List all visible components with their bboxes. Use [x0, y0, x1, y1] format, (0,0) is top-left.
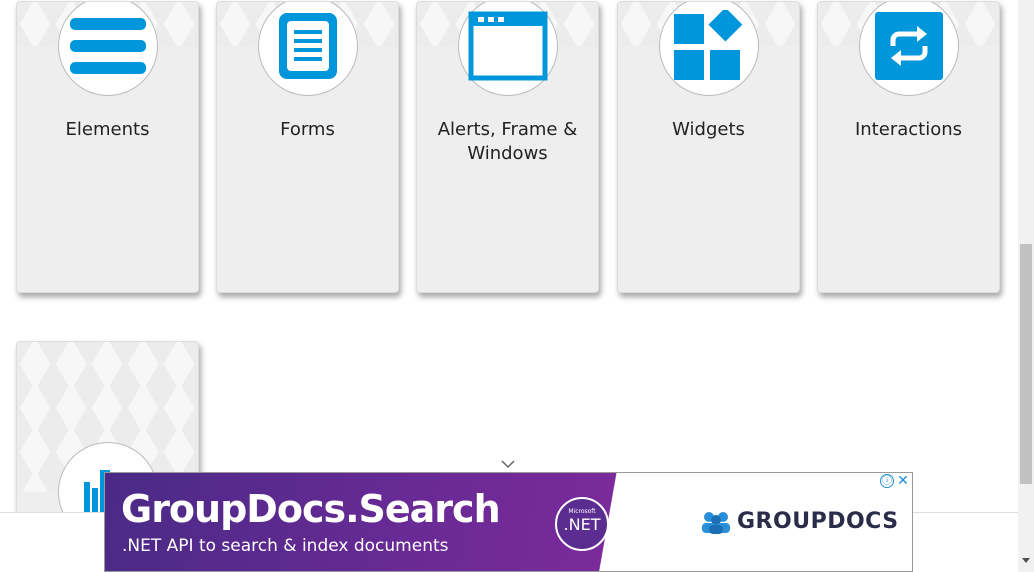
card-interactions[interactable]: Interactions — [817, 1, 1000, 293]
card-label-interactions: Interactions — [854, 119, 963, 140]
menu-lines-icon — [70, 18, 146, 74]
card-label-alerts: Alerts, Frame & Windows — [437, 119, 578, 164]
groupdocs-logo-icon — [702, 511, 730, 534]
chevron-down-icon[interactable] — [500, 458, 516, 470]
card-label-widgets: Widgets — [672, 119, 745, 140]
ad-title[interactable]: GroupDocs.Search — [121, 487, 501, 531]
ad-subtitle[interactable]: .NET API to search & index documents — [122, 536, 449, 556]
vertical-scrollbar[interactable] — [1018, 0, 1034, 572]
card-forms[interactable]: Forms — [216, 1, 399, 293]
card-elements[interactable]: Elements — [16, 1, 199, 293]
dotnet-badge-label: .NET — [563, 515, 601, 534]
ad-banner[interactable]: GroupDocs.Search .NET API to search & in… — [104, 472, 913, 572]
card-alerts-frame-windows[interactable]: Alerts, Frame & Windows — [416, 1, 599, 293]
scrollbar-thumb[interactable] — [1020, 244, 1032, 484]
dotnet-badge: Microsoft .NET — [555, 497, 609, 551]
card-icon-circle — [659, 2, 759, 96]
ad-info-icon[interactable]: ⓘ — [880, 474, 894, 488]
swap-arrows-icon — [875, 12, 943, 80]
browser-window-icon — [468, 11, 548, 81]
groupdocs-brand-text: GROUPDOCS — [737, 509, 899, 534]
card-icon-circle — [458, 2, 558, 96]
document-form-icon — [279, 13, 337, 79]
card-icon-circle — [58, 2, 158, 96]
card-label-elements: Elements — [65, 119, 150, 140]
scrollbar-down-arrow-icon[interactable] — [1022, 558, 1030, 563]
dotnet-badge-vendor: Microsoft — [568, 508, 596, 515]
groupdocs-brand[interactable]: GROUPDOCS — [701, 509, 899, 534]
ad-close-icon[interactable]: ✕ — [896, 473, 910, 489]
card-icon-circle — [258, 2, 358, 96]
card-label-forms: Forms — [280, 119, 335, 140]
page: Elements Forms Alerts, Frame & Windows W… — [0, 0, 1034, 572]
card-icon-circle — [859, 2, 959, 96]
card-widgets[interactable]: Widgets — [617, 1, 800, 293]
widgets-grid-icon — [674, 10, 743, 80]
